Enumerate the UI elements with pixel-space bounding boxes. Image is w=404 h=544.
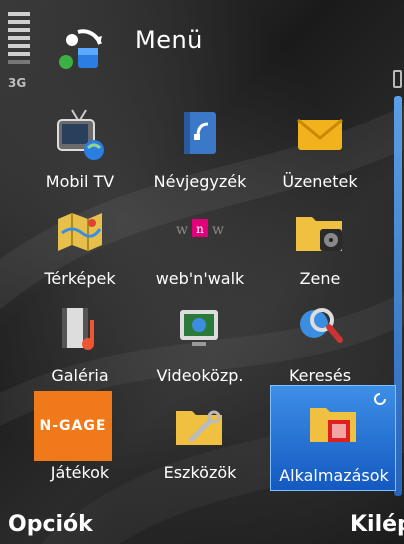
exit-softkey[interactable]: Kilép	[350, 512, 404, 537]
menu-item-label: Eszközök	[163, 463, 237, 482]
menu-item-label: Zene	[299, 269, 341, 288]
menu-item-label: Keresés	[288, 366, 352, 385]
phone-screen: 3G Menü Mobil TV Névjegyzék Üzenetek Tér…	[0, 0, 404, 544]
tools-folder-icon	[176, 410, 222, 445]
menu-item-alkalmazasok[interactable]: Alkalmazások	[270, 385, 396, 491]
svg-text:w: w	[212, 222, 224, 238]
ngage-icon: n-gage	[34, 391, 112, 461]
signal-strength-indicator	[8, 12, 30, 68]
ngage-logo-text: n-gage	[39, 418, 107, 434]
menu-item-label: Alkalmazások	[279, 466, 389, 485]
loading-indicator-icon	[374, 393, 386, 405]
menu-item-kereses[interactable]: Keresés	[260, 292, 380, 389]
menu-item-label: Mobil TV	[45, 172, 115, 191]
menu-item-label: Galéria	[51, 366, 109, 385]
page-title: Menü	[135, 26, 203, 54]
network-type-label: 3G	[8, 76, 27, 90]
menu-item-eszkozok[interactable]: Eszközök	[140, 389, 260, 486]
apps-folder-icon	[310, 408, 356, 442]
menu-item-label: Térképek	[44, 269, 116, 288]
search-icon	[300, 308, 343, 343]
menu-item-label: web'n'walk	[155, 269, 245, 288]
gallery-icon	[62, 308, 94, 350]
music-folder-icon	[296, 217, 342, 251]
battery-icon	[393, 70, 402, 88]
contacts-icon	[184, 112, 216, 154]
menu-item-uzenetek[interactable]: Üzenetek	[260, 98, 380, 195]
menu-item-galeria[interactable]: Galéria	[20, 292, 140, 389]
menu-item-mobil-tv[interactable]: Mobil TV	[20, 98, 140, 195]
webnwalk-icon: n w w	[176, 219, 224, 238]
envelope-icon	[297, 118, 343, 150]
menu-item-zene[interactable]: Zene	[260, 195, 380, 292]
menu-item-nevjegyzek[interactable]: Névjegyzék	[140, 98, 260, 195]
svg-text:n: n	[196, 222, 204, 236]
menu-item-label: Videoközp.	[156, 366, 244, 385]
options-softkey[interactable]: Opciók	[8, 512, 93, 537]
menu-item-videokozp[interactable]: Videoközp.	[140, 292, 260, 389]
menu-app-icon	[59, 29, 102, 69]
menu-item-label: Üzenetek	[282, 172, 358, 191]
svg-text:w: w	[176, 222, 188, 238]
menu-item-terkepek[interactable]: Térképek	[20, 195, 140, 292]
menu-item-jatekok[interactable]: n-gage Játékok	[20, 389, 140, 486]
video-center-icon	[180, 310, 218, 346]
map-icon	[58, 213, 102, 251]
tv-icon	[57, 109, 104, 160]
menu-item-label: Névjegyzék	[153, 172, 247, 191]
menu-item-label: Játékok	[50, 463, 110, 482]
menu-item-webnwalk[interactable]: n w w web'n'walk	[140, 195, 260, 292]
